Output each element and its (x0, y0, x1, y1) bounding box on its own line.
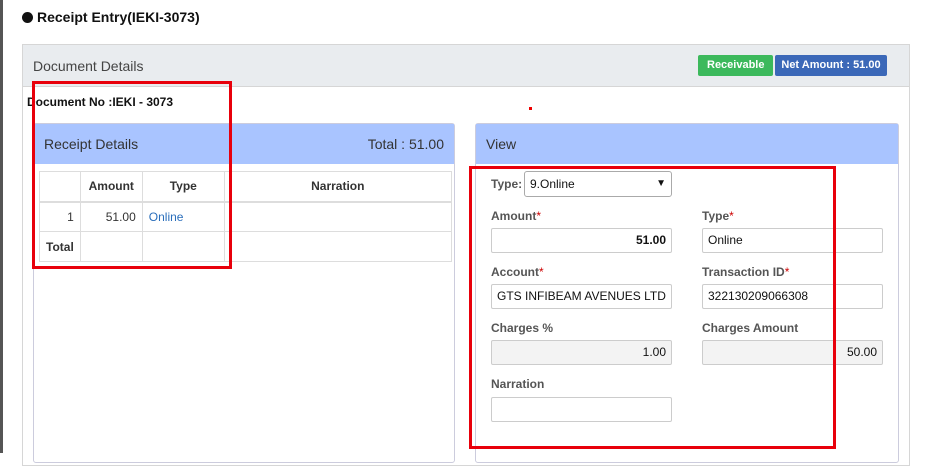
column-header-amount: Amount (79, 171, 143, 203)
row-amount: 51.00 (79, 201, 143, 232)
account-label: Account* (491, 265, 544, 279)
account-field[interactable]: GTS INFIBEAM AVENUES LTD (491, 284, 672, 309)
transaction-id-label: Transaction ID* (702, 265, 790, 279)
row-index: 1 (39, 201, 81, 232)
receivable-badge: Receivable (698, 55, 774, 76)
charges-percent-label: Charges % (491, 321, 554, 335)
column-header-narration: Narration (223, 171, 452, 203)
table-header-row: Amount Type Narration (39, 171, 452, 203)
bullet-icon (22, 11, 33, 23)
view-title: View (486, 136, 517, 152)
receipt-details-title: Receipt Details (44, 136, 139, 152)
receipt-table: Amount Type Narration 1 51.00 Online Tot… (39, 171, 452, 262)
charges-amount-field[interactable]: 50.00 (702, 340, 883, 365)
narration-label: Narration (491, 377, 545, 391)
document-details-title: Document Details (33, 57, 144, 74)
column-header-type: Type (141, 171, 225, 203)
amount-label: Amount* (491, 209, 541, 223)
red-dot-marker (529, 107, 532, 110)
row-type-link[interactable]: Online (141, 201, 225, 232)
type-select-value: 9.Online (530, 177, 575, 191)
type-label: Type* (702, 209, 734, 223)
table-total-row: Total (39, 231, 452, 262)
view-header: View (476, 124, 898, 164)
receipt-total: Total : 51.00 (367, 136, 444, 152)
row-narration (223, 201, 452, 232)
type-select-label: Type: (491, 177, 523, 191)
amount-field[interactable]: 51.00 (491, 228, 672, 253)
window-edge (0, 0, 3, 453)
chevron-down-icon: ▼ (656, 178, 666, 189)
total-narration-cell (223, 231, 452, 262)
document-number: Document No :IEKI - 3073 (27, 95, 174, 109)
document-details-header: Document Details Receivable Net Amount :… (23, 45, 909, 87)
transaction-id-field[interactable]: 322130209066308 (702, 284, 883, 309)
receipt-details-card: Receipt Details Total : 51.00 Amount Typ… (33, 123, 455, 463)
total-type-cell (141, 231, 225, 262)
charges-percent-field[interactable]: 1.00 (491, 340, 672, 365)
total-label: Total (39, 231, 81, 262)
column-header-index (39, 171, 81, 203)
receipt-details-header: Receipt Details Total : 51.00 (34, 124, 454, 164)
table-row[interactable]: 1 51.00 Online (39, 201, 452, 232)
page-title: Receipt Entry(IEKI-3073) (22, 9, 200, 25)
type-field[interactable]: Online (702, 228, 883, 253)
type-select[interactable]: 9.Online ▼ (524, 171, 672, 197)
charges-amount-label: Charges Amount (702, 321, 799, 335)
page-title-text: Receipt Entry(IEKI-3073) (37, 9, 200, 25)
net-amount-badge: Net Amount : 51.00 (775, 55, 887, 76)
narration-field[interactable] (491, 397, 672, 422)
total-amount-cell (79, 231, 143, 262)
